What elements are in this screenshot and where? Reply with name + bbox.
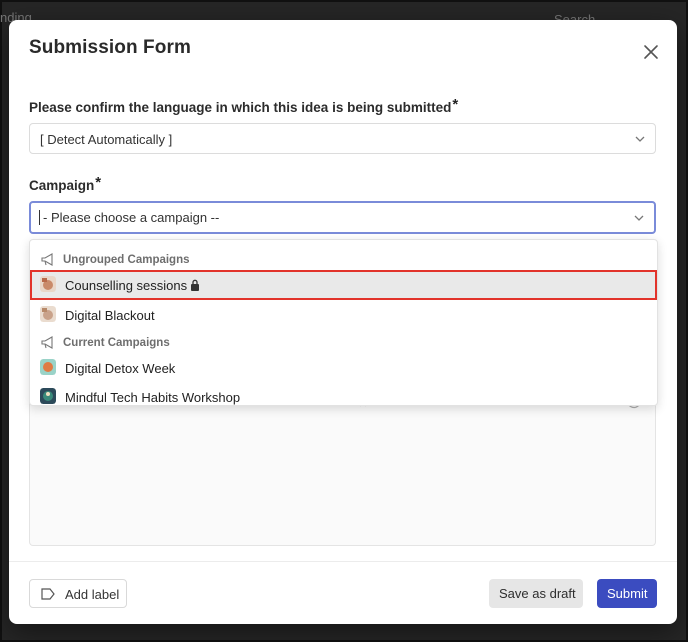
tag-icon xyxy=(41,588,55,600)
campaign-option-digital-detox-week[interactable]: Digital Detox Week xyxy=(30,353,657,383)
submit-button[interactable]: Submit xyxy=(597,579,657,608)
campaign-thumbnail xyxy=(40,359,56,375)
group-header-label: Current Campaigns xyxy=(63,337,170,349)
close-icon[interactable] xyxy=(641,42,661,62)
submit-text: Submit xyxy=(607,586,648,601)
campaign-option-counselling-sessions[interactable]: Counselling sessions xyxy=(30,270,657,300)
lock-icon xyxy=(191,279,199,291)
language-select[interactable]: [ Detect Automatically ] xyxy=(29,123,656,154)
language-field-label: Please confirm the language in which thi… xyxy=(29,96,459,116)
option-label: Counselling sessions xyxy=(65,278,188,293)
save-as-draft-text: Save as draft xyxy=(499,586,576,601)
campaign-select-placeholder: - Please choose a campaign -- xyxy=(43,210,220,225)
campaign-thumbnail xyxy=(40,306,56,322)
required-asterisk: * xyxy=(452,96,459,113)
description-editor[interactable] xyxy=(29,390,656,546)
submission-form-modal: Submission Form Please confirm the langu… xyxy=(9,20,677,624)
option-label: Digital Blackout xyxy=(65,308,155,323)
language-label-text: Please confirm the language in which thi… xyxy=(29,100,452,115)
dropdown-group-header: Current Campaigns xyxy=(30,332,657,354)
campaign-label-text: Campaign xyxy=(29,178,95,193)
campaign-thumbnail xyxy=(40,388,56,404)
add-label-text: Add label xyxy=(65,587,120,602)
add-label-button[interactable]: Add label xyxy=(29,579,127,608)
required-asterisk: * xyxy=(95,174,102,191)
text-caret xyxy=(39,210,40,225)
language-select-value: [ Detect Automatically ] xyxy=(40,132,173,147)
megaphone-icon xyxy=(41,336,53,349)
campaign-option-digital-blackout[interactable]: Digital Blackout xyxy=(30,300,657,330)
option-label: Digital Detox Week xyxy=(65,361,176,376)
chevron-down-icon xyxy=(635,136,645,142)
modal-title: Submission Form xyxy=(29,37,191,58)
dropdown-group-header: Ungrouped Campaigns xyxy=(30,249,657,271)
save-as-draft-button[interactable]: Save as draft xyxy=(489,579,583,608)
campaign-option-mindful-tech-habits-workshop[interactable]: Mindful Tech Habits Workshop xyxy=(30,382,657,405)
campaign-select[interactable]: - Please choose a campaign -- xyxy=(29,201,656,234)
campaign-field-label: Campaign* xyxy=(29,174,102,194)
footer-divider xyxy=(9,561,677,562)
campaign-dropdown-list: Ungrouped Campaigns Counselling sessions… xyxy=(29,239,658,406)
option-label: Mindful Tech Habits Workshop xyxy=(65,390,241,405)
group-header-label: Ungrouped Campaigns xyxy=(63,254,190,266)
chevron-down-icon xyxy=(634,215,644,221)
campaign-thumbnail xyxy=(40,276,56,292)
megaphone-icon xyxy=(41,253,53,266)
